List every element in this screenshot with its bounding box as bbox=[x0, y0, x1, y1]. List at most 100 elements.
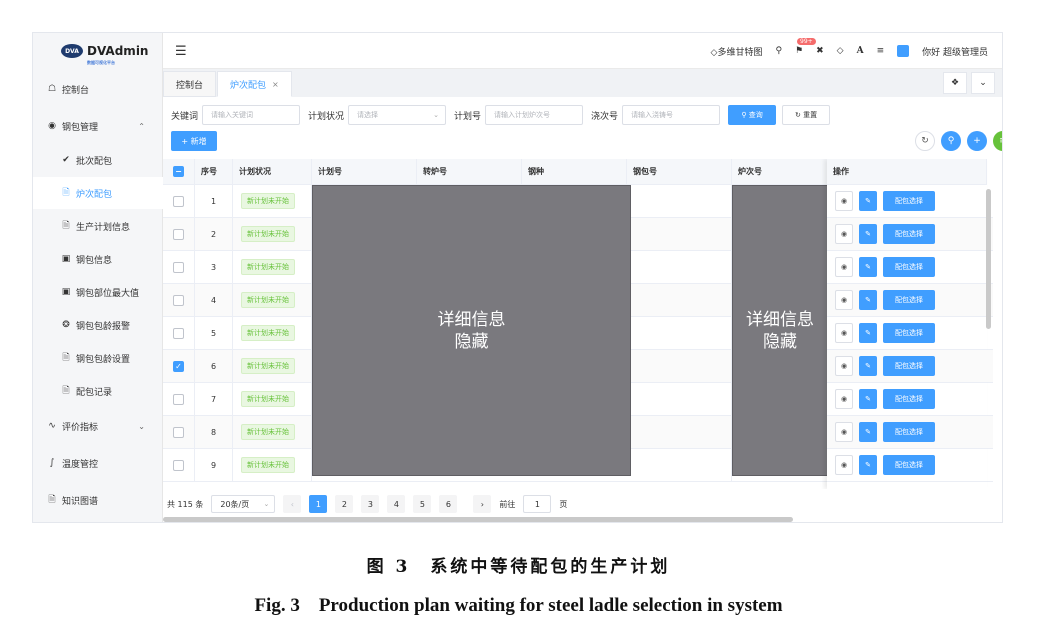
chevron-down-icon[interactable]: ⌄ bbox=[971, 72, 995, 94]
row-checkbox[interactable] bbox=[173, 195, 184, 207]
search-icon[interactable]: ⚲ bbox=[775, 46, 782, 56]
status-cell: 新计划未开始 bbox=[233, 449, 312, 481]
plan-input[interactable]: 请输入计划炉次号 bbox=[485, 105, 584, 125]
select-all-checkbox[interactable]: − bbox=[173, 166, 184, 177]
sidebar-item-ladle-part-max[interactable]: ▣ 钢包部位最大值 bbox=[33, 276, 163, 308]
query-button[interactable]: ⚲ 查询 bbox=[728, 105, 777, 125]
ladle-select-button[interactable]: 配包选择 bbox=[883, 389, 935, 409]
view-icon[interactable]: ◉ bbox=[835, 455, 853, 475]
status-placeholder: 请选择 bbox=[357, 111, 379, 119]
user-greeting[interactable]: 你好 超级管理员 bbox=[922, 45, 988, 58]
row-checkbox[interactable] bbox=[173, 426, 184, 438]
ladle-select-button[interactable]: 配包选择 bbox=[883, 290, 935, 310]
page-button[interactable]: 5 bbox=[413, 495, 432, 513]
page-button[interactable]: 6 bbox=[439, 495, 458, 513]
goto-page-input[interactable]: 1 bbox=[523, 495, 552, 513]
menu-toggle-icon[interactable]: ☰ bbox=[175, 44, 187, 59]
edit-icon[interactable]: ✎ bbox=[859, 191, 877, 211]
view-icon[interactable]: ◉ bbox=[835, 257, 853, 277]
edit-icon[interactable]: ✎ bbox=[859, 455, 877, 475]
sidebar-item-ladle-info[interactable]: ▣ 钢包信息 bbox=[33, 243, 163, 275]
edit-icon[interactable]: ✎ bbox=[859, 224, 877, 244]
page-button[interactable]: 2 bbox=[335, 495, 354, 513]
sidebar-item-ladle-age-setting[interactable]: 🗎 钢包包龄设置 bbox=[33, 342, 163, 374]
vertical-scrollbar[interactable] bbox=[986, 189, 991, 329]
edit-icon[interactable]: ✎ bbox=[859, 422, 877, 442]
edit-icon[interactable]: ✎ bbox=[859, 389, 877, 409]
export-icon[interactable]: ≡ bbox=[993, 131, 1002, 151]
ladle-select-button[interactable]: 配包选择 bbox=[883, 257, 935, 277]
row-checkbox[interactable] bbox=[173, 459, 184, 471]
reset-button[interactable]: ↻ 重置 bbox=[782, 105, 831, 125]
view-icon[interactable]: ◉ bbox=[835, 422, 853, 442]
chevron-down-icon: ⌄ bbox=[138, 421, 145, 431]
edit-icon[interactable]: ✎ bbox=[859, 257, 877, 277]
ladle-select-button[interactable]: 配包选择 bbox=[883, 191, 935, 211]
column-header[interactable]: 钢包号 bbox=[627, 159, 732, 185]
edit-icon[interactable]: ✎ bbox=[859, 290, 877, 310]
add-button[interactable]: + 新增 bbox=[171, 131, 217, 151]
sidebar-item-dashboard[interactable]: ☖ 控制台 bbox=[33, 73, 163, 105]
search-icon[interactable]: ⚲ bbox=[941, 131, 961, 151]
prev-page-button[interactable]: ‹ bbox=[283, 495, 302, 513]
view-icon[interactable]: ◉ bbox=[835, 224, 853, 244]
add-icon[interactable]: + bbox=[967, 131, 987, 151]
cast-input[interactable]: 请输入浇铸号 bbox=[622, 105, 721, 125]
sidebar-item-ladle-record[interactable]: 🗎 配包记录 bbox=[33, 375, 163, 407]
view-icon[interactable]: ◉ bbox=[835, 356, 853, 376]
column-header[interactable]: 转炉号 bbox=[417, 159, 522, 185]
next-page-button[interactable]: › bbox=[473, 495, 492, 513]
sidebar-item-evaluation[interactable]: ∿ 评价指标 ⌄ bbox=[33, 410, 163, 442]
ladle-select-button[interactable]: 配包选择 bbox=[883, 422, 935, 442]
edit-icon[interactable]: ✎ bbox=[859, 356, 877, 376]
row-checkbox[interactable] bbox=[173, 327, 184, 339]
page-button[interactable]: 3 bbox=[361, 495, 380, 513]
ladle-select-button[interactable]: 配包选择 bbox=[883, 224, 935, 244]
close-icon[interactable]: × bbox=[272, 80, 279, 89]
gantt-link[interactable]: ◇多维甘特图 bbox=[711, 45, 763, 58]
sidebar-item-ladle-age-alarm[interactable]: ❂ 钢包包龄报警 bbox=[33, 309, 163, 341]
page-size-select[interactable]: 20条/页 ⌄ bbox=[211, 495, 276, 513]
language-icon[interactable]: ≡ bbox=[877, 46, 885, 56]
row-checkbox[interactable] bbox=[173, 228, 184, 240]
cast-label: 浇次号 bbox=[591, 111, 619, 122]
row-checkbox[interactable] bbox=[173, 393, 184, 405]
row-checkbox[interactable]: ✓ bbox=[173, 360, 184, 372]
notification-icon[interactable]: ⚑ 99+ bbox=[795, 38, 816, 56]
sidebar-item-temperature[interactable]: ∫ 温度管控 bbox=[33, 447, 163, 479]
sidebar-item-batch-ladle[interactable]: ✔ 批次配包 bbox=[33, 144, 163, 176]
fullscreen-icon[interactable]: ✖ bbox=[816, 46, 824, 56]
view-icon[interactable]: ◉ bbox=[835, 389, 853, 409]
ladle-select-button[interactable]: 配包选择 bbox=[883, 356, 935, 376]
refresh-icon[interactable]: ↻ bbox=[915, 131, 935, 151]
page-button[interactable]: 1 bbox=[309, 495, 328, 513]
column-header[interactable]: 钢种 bbox=[522, 159, 627, 185]
font-size-icon[interactable]: A bbox=[857, 46, 864, 56]
sidebar-item-knowledge-graph[interactable]: 🗎 知识图谱 bbox=[33, 484, 163, 516]
page-button[interactable]: 4 bbox=[387, 495, 406, 513]
avatar[interactable] bbox=[897, 45, 910, 57]
tab-heat-ladle[interactable]: 炉次配包 × bbox=[217, 71, 292, 97]
tab-actions-icon[interactable]: ❖ bbox=[943, 72, 967, 94]
ladle-select-button[interactable]: 配包选择 bbox=[883, 455, 935, 475]
horizontal-scrollbar[interactable] bbox=[163, 517, 793, 522]
logo[interactable]: DVA DVAdmin 数据可视化平台 bbox=[33, 33, 162, 69]
view-icon[interactable]: ◉ bbox=[835, 290, 853, 310]
sidebar-item-ladle-management[interactable]: ◉ 钢包管理 ⌃ bbox=[33, 110, 163, 142]
row-checkbox[interactable] bbox=[173, 294, 184, 306]
tab-dashboard[interactable]: 控制台 bbox=[163, 71, 217, 97]
view-icon[interactable]: ◉ bbox=[835, 191, 853, 211]
ladle-select-button[interactable]: 配包选择 bbox=[883, 323, 935, 343]
sidebar-item-heat-ladle[interactable]: 🗎 炉次配包 bbox=[33, 177, 163, 209]
column-header[interactable]: 序号 bbox=[195, 159, 233, 185]
column-header[interactable]: 计划号 bbox=[312, 159, 417, 185]
row-checkbox[interactable] bbox=[173, 261, 184, 273]
sidebar-item-production-plan[interactable]: 🗎 生产计划信息 bbox=[33, 210, 163, 242]
keyword-input[interactable]: 请输入关键词 bbox=[202, 105, 301, 125]
gem-icon[interactable]: ◇ bbox=[837, 46, 844, 56]
edit-icon[interactable]: ✎ bbox=[859, 323, 877, 343]
view-icon[interactable]: ◉ bbox=[835, 323, 853, 343]
column-header[interactable]: 炉次号 bbox=[732, 159, 832, 185]
column-header[interactable]: 计划状况 bbox=[233, 159, 312, 185]
status-select[interactable]: 请选择 ⌄ bbox=[348, 105, 447, 125]
